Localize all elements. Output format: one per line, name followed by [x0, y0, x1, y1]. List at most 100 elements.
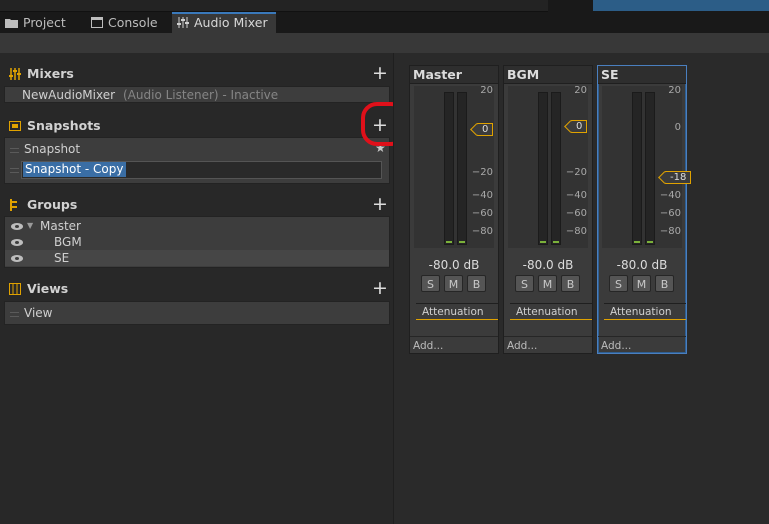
tab-audio-mixer-label: Audio Mixer — [194, 15, 268, 30]
snapshot-rename-field[interactable]: Snapshot - Copy — [21, 161, 382, 179]
tab-project[interactable]: Project — [0, 12, 86, 33]
solo-button[interactable]: S — [609, 275, 628, 292]
eye-icon[interactable] — [11, 239, 23, 246]
group-item-bgm[interactable]: BGM — [5, 234, 389, 250]
groups-header: Groups + — [0, 195, 393, 215]
window-top-bar — [0, 0, 769, 12]
scale-tick: −60 — [659, 208, 681, 219]
scale-tick: −40 — [659, 190, 681, 201]
add-view-button[interactable]: + — [371, 279, 389, 298]
mixers-title: Mixers — [27, 66, 74, 81]
mute-button[interactable]: M — [632, 275, 651, 292]
mute-button[interactable]: M — [538, 275, 557, 292]
strip-title: BGM — [504, 66, 592, 84]
group-item-se[interactable]: SE — [5, 250, 389, 266]
group-item-master[interactable]: ▼ Master — [5, 218, 389, 234]
add-effect-button[interactable]: Add... — [601, 340, 631, 352]
snapshot-name: Snapshot — [24, 142, 81, 156]
solo-button[interactable]: S — [421, 275, 440, 292]
meter-bar-right — [551, 92, 561, 245]
views-title: Views — [27, 281, 69, 296]
strip-title: Master — [410, 66, 498, 84]
effect-slot[interactable]: Attenuation — [416, 303, 498, 320]
top-bar-left-region — [0, 0, 548, 12]
meter-bar-left — [538, 92, 548, 245]
meter-bar-left — [632, 92, 642, 245]
separator — [598, 336, 686, 337]
group-name: SE — [54, 251, 70, 265]
toolbar-strip — [0, 33, 769, 53]
meter-bar-right — [645, 92, 655, 245]
group-name: Master — [40, 219, 81, 233]
snapshots-title: Snapshots — [27, 118, 101, 133]
add-mixer-button[interactable]: + — [371, 64, 389, 83]
effect-slot[interactable]: Attenuation — [510, 303, 592, 320]
scale-tick: −80 — [659, 226, 681, 237]
scale-tick: 20 — [480, 85, 493, 96]
mixer-status: (Audio Listener) - Inactive — [123, 88, 279, 102]
snapshot-item[interactable]: Snapshot ★ — [5, 141, 389, 157]
mute-button[interactable]: M — [444, 275, 463, 292]
drag-handle-icon[interactable] — [10, 148, 19, 153]
mixers-header: Mixers + — [0, 64, 393, 84]
scale-tick: −60 — [565, 208, 587, 219]
level-meter — [602, 86, 682, 248]
add-group-button[interactable]: + — [371, 195, 389, 214]
top-bar-right-region — [593, 0, 769, 11]
add-effect-button[interactable]: Add... — [507, 340, 537, 352]
folder-icon — [5, 13, 18, 34]
mixer-name: NewAudioMixer — [22, 88, 116, 102]
snapshots-list: Snapshot ★ Snapshot - Copy — [4, 137, 390, 184]
snapshot-rename-text: Snapshot - Copy — [23, 162, 126, 177]
channel-strip-bgm[interactable]: BGM 20 −20 −40 −60 −80 0 -80.0 dB S M B … — [503, 65, 593, 354]
drag-handle-icon[interactable] — [10, 168, 19, 173]
groups-icon — [9, 199, 21, 211]
add-effect-button[interactable]: Add... — [413, 340, 443, 352]
meter-bar-right — [457, 92, 467, 245]
db-readout: -80.0 dB — [428, 258, 480, 272]
db-readout: -80.0 dB — [616, 258, 668, 272]
views-header: Views + — [0, 279, 393, 299]
tab-bar: Project Console Audio Mixer — [0, 12, 769, 34]
expand-arrow-icon[interactable]: ▼ — [27, 218, 33, 234]
snapshot-item[interactable]: Snapshot - Copy — [5, 161, 389, 179]
mixer-icon — [177, 15, 189, 33]
eye-icon[interactable] — [11, 223, 23, 230]
mixer-sidebar: Mixers + NewAudioMixer (Audio Listener) … — [0, 53, 393, 524]
snapshot-icon — [9, 120, 21, 132]
scale-tick: −40 — [471, 190, 493, 201]
scale-tick: −80 — [565, 226, 587, 237]
eye-icon[interactable] — [11, 255, 23, 262]
scale-tick: 20 — [574, 85, 587, 96]
groups-tree: ▼ Master BGM SE — [4, 216, 390, 268]
effect-slot[interactable]: Attenuation — [604, 303, 686, 320]
volume-fader[interactable]: 0 — [571, 120, 588, 133]
groups-title: Groups — [27, 197, 78, 212]
mixers-icon — [9, 68, 21, 80]
tab-console[interactable]: Console — [86, 12, 172, 33]
view-name: View — [24, 306, 53, 320]
views-icon — [9, 283, 21, 295]
view-item[interactable]: View — [5, 305, 389, 321]
mixer-item[interactable]: NewAudioMixer (Audio Listener) - Inactiv… — [5, 87, 389, 103]
scale-tick: −20 — [471, 167, 493, 178]
tab-audio-mixer[interactable]: Audio Mixer — [172, 12, 276, 33]
group-name: BGM — [54, 235, 82, 249]
solo-button[interactable]: S — [515, 275, 534, 292]
meter-bar-left — [444, 92, 454, 245]
volume-fader[interactable]: 0 — [477, 123, 494, 136]
strip-title: SE — [598, 66, 686, 84]
channel-strip-se[interactable]: SE 20 0 −40 −60 −80 -18 -80.0 dB S M B A… — [597, 65, 692, 354]
bypass-button[interactable]: B — [561, 275, 580, 292]
channel-strip-master[interactable]: Master 20 −20 −40 −60 −80 0 -80.0 dB S M… — [409, 65, 499, 354]
bypass-button[interactable]: B — [655, 275, 674, 292]
bypass-button[interactable]: B — [467, 275, 486, 292]
tab-console-label: Console — [108, 15, 158, 30]
drag-handle-icon[interactable] — [10, 312, 19, 317]
views-list: View — [4, 301, 390, 325]
scale-tick: −60 — [471, 208, 493, 219]
separator — [410, 336, 498, 337]
scale-tick: −40 — [565, 190, 587, 201]
scale-tick: 0 — [674, 122, 681, 133]
volume-fader[interactable]: -18 — [665, 171, 692, 184]
